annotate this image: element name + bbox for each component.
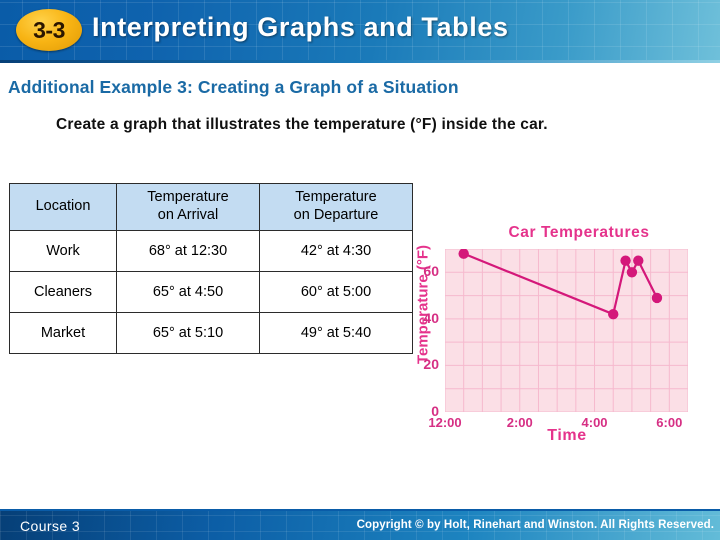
table-header-arrival-line2: on Arrival: [157, 207, 219, 223]
table-header-location-line1: Location: [35, 198, 91, 215]
table-row: Cleaners 65° at 4:50 60° at 5:00: [9, 271, 413, 313]
chart-data-point: [620, 255, 631, 266]
table-row: Work 68° at 12:30 42° at 4:30: [9, 230, 413, 272]
copyright-label: Copyright © by Holt, Rinehart and Winsto…: [356, 519, 714, 531]
chart-y-tick-label: 20: [423, 356, 439, 373]
table-header-departure-line1: Temperature: [295, 189, 377, 206]
cell-departure: 60° at 5:00: [259, 271, 413, 313]
table-row: Market 65° at 5:10 49° at 5:40: [9, 312, 413, 354]
chart-x-axis-title: Time: [547, 427, 587, 444]
chart-plot-area: [444, 248, 689, 413]
table-header-row: Location Temperature on Arrival Temperat…: [9, 183, 413, 231]
chart-data-point: [633, 255, 644, 266]
temperature-table: Location Temperature on Arrival Temperat…: [9, 183, 413, 354]
cell-departure: 42° at 4:30: [259, 230, 413, 272]
header-banner: 3-3 Interpreting Graphs and Tables: [0, 0, 720, 62]
cell-arrival: 65° at 5:10: [116, 312, 260, 354]
chart-title: Car Temperatures: [508, 224, 650, 241]
cell-location: Work: [9, 230, 117, 272]
chart-y-tick-label: 60: [423, 263, 439, 280]
car-temperatures-chart: Car Temperatures Temperature (°F) Time 0…: [392, 222, 714, 462]
cell-location: Market: [9, 312, 117, 354]
table-header-departure: Temperature on Departure: [259, 183, 413, 231]
example-subtitle: Additional Example 3: Creating a Graph o…: [8, 77, 459, 97]
chart-x-tick-label: 6:00: [656, 415, 683, 430]
table-header-arrival: Temperature on Arrival: [116, 183, 260, 231]
cell-arrival: 65° at 4:50: [116, 271, 260, 313]
chart-svg: [444, 248, 689, 413]
chart-y-tick-label: 40: [423, 309, 439, 326]
lesson-number-badge: 3-3: [16, 9, 82, 51]
cell-arrival: 68° at 12:30: [116, 230, 260, 272]
page-title: Interpreting Graphs and Tables: [92, 12, 509, 42]
lesson-number-label: 3-3: [33, 16, 65, 43]
header-divider: [0, 60, 720, 63]
chart-data-point: [651, 292, 663, 304]
table-header-location: Location: [9, 183, 117, 231]
chart-x-tick-label: 4:00: [581, 415, 608, 430]
prompt-text: Create a graph that illustrates the temp…: [56, 116, 548, 133]
table-header-departure-line2: on Departure: [293, 207, 379, 223]
chart-data-point: [608, 309, 619, 320]
course-label: Course 3: [20, 518, 81, 534]
chart-x-tick-label: 12:00: [428, 415, 462, 430]
chart-data-point: [626, 267, 638, 278]
cell-location: Cleaners: [9, 271, 117, 313]
chart-data-point: [458, 248, 469, 259]
table-header-arrival-line1: Temperature: [147, 189, 229, 206]
cell-departure: 49° at 5:40: [259, 312, 413, 354]
chart-x-tick-label: 2:00: [506, 415, 533, 430]
